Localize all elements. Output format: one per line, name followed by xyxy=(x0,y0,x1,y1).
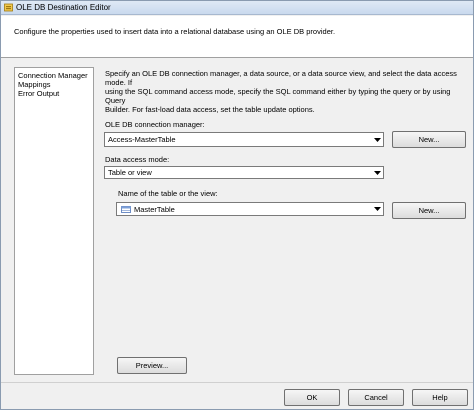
description-line: Specify an OLE DB connection manager, a … xyxy=(105,69,457,87)
table-name-value: MasterTable xyxy=(134,205,175,214)
nav-pane: Connection Manager Mappings Error Output xyxy=(14,67,94,375)
ssis-component-icon xyxy=(4,3,13,12)
table-name-dropdown[interactable]: MasterTable xyxy=(116,202,384,216)
header-panel: Configure the properties used to insert … xyxy=(1,16,473,58)
window-title: OLE DB Destination Editor xyxy=(16,3,111,12)
page-description: Specify an OLE DB connection manager, a … xyxy=(105,69,467,114)
chevron-down-icon xyxy=(372,204,382,214)
connection-new-button[interactable]: New... xyxy=(392,131,466,148)
description-line: Builder. For fast-load data access, set … xyxy=(105,105,315,114)
access-mode-label: Data access mode: xyxy=(105,155,170,164)
connection-manager-label: OLE DB connection manager: xyxy=(105,120,205,129)
chevron-down-icon xyxy=(372,135,382,145)
chevron-down-icon xyxy=(372,168,382,178)
connection-manager-value: Access-MasterTable xyxy=(108,135,176,144)
access-mode-dropdown[interactable]: Table or view xyxy=(104,166,384,179)
help-button[interactable]: Help xyxy=(412,389,468,406)
nav-item-error-output[interactable]: Error Output xyxy=(18,89,90,98)
table-name-label: Name of the table or the view: xyxy=(118,189,218,198)
ok-button[interactable]: OK xyxy=(284,389,340,406)
description-line: using the SQL command access mode, speci… xyxy=(105,87,451,105)
nav-item-connection-manager[interactable]: Connection Manager xyxy=(18,71,90,80)
table-new-button[interactable]: New... xyxy=(392,202,466,219)
header-description: Configure the properties used to insert … xyxy=(14,27,336,36)
connection-manager-dropdown[interactable]: Access-MasterTable xyxy=(104,132,384,147)
access-mode-value: Table or view xyxy=(108,168,152,177)
dialog-window: OLE DB Destination Editor Configure the … xyxy=(0,0,474,410)
nav-item-mappings[interactable]: Mappings xyxy=(18,80,90,89)
preview-button[interactable]: Preview... xyxy=(117,357,187,374)
cancel-button[interactable]: Cancel xyxy=(348,389,404,406)
table-icon xyxy=(121,206,131,213)
footer-divider xyxy=(1,382,473,383)
title-bar: OLE DB Destination Editor xyxy=(1,1,473,15)
